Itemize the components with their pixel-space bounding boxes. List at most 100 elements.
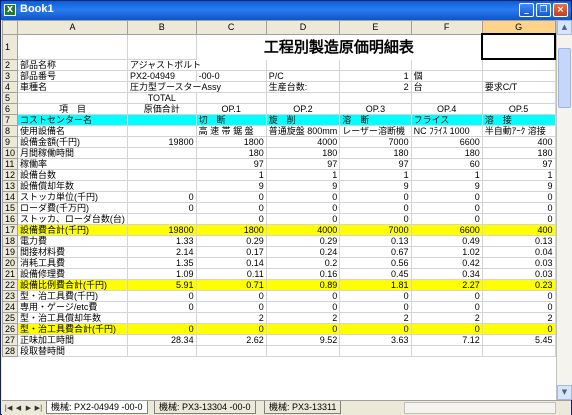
value-cell-e[interactable]: 0: [339, 323, 412, 335]
cell[interactable]: NC ﾌﾗｲｽ 1000: [410, 125, 483, 137]
cell[interactable]: 普通旋盤 800mm: [265, 125, 341, 137]
value-cell-b[interactable]: 0: [126, 202, 197, 214]
value-cell-g[interactable]: 97: [481, 158, 556, 170]
row-header[interactable]: 8: [2, 125, 19, 137]
value-cell-g[interactable]: 0: [481, 213, 556, 225]
value-cell-g[interactable]: 1: [481, 169, 556, 181]
cell[interactable]: [481, 58, 556, 71]
cell[interactable]: 旋 削: [265, 114, 341, 126]
value-cell-g[interactable]: 0: [481, 290, 556, 302]
cell[interactable]: [410, 92, 483, 104]
value-cell-g[interactable]: 2: [481, 312, 556, 324]
value-cell-c[interactable]: 0.71: [195, 279, 267, 291]
value-cell-e[interactable]: 180: [339, 147, 412, 159]
cell[interactable]: [126, 125, 197, 137]
row-header[interactable]: 16: [2, 213, 19, 225]
value-cell-d[interactable]: 4000: [265, 224, 341, 236]
value-cell-d[interactable]: 97: [265, 158, 341, 170]
value-cell-d[interactable]: 180: [265, 147, 341, 159]
row-header[interactable]: 11: [2, 158, 19, 170]
value-cell-b[interactable]: [126, 312, 197, 324]
last-sheet-button[interactable]: ▶|: [34, 403, 43, 413]
value-cell-e[interactable]: 97: [339, 158, 412, 170]
value-cell-c[interactable]: 0: [195, 213, 267, 225]
value-cell-f[interactable]: 2: [410, 312, 483, 324]
value-cell-f[interactable]: 1.02: [410, 246, 483, 258]
value-cell-g[interactable]: 180: [481, 147, 556, 159]
value-cell-e[interactable]: 2: [339, 312, 412, 324]
value-cell-e[interactable]: 1.81: [339, 279, 412, 291]
value-cell-c[interactable]: 1800: [195, 224, 267, 236]
title-bar[interactable]: X Book1 _ ❐ ×: [1, 1, 571, 20]
restore-button[interactable]: ❐: [536, 3, 551, 17]
cell[interactable]: 項 目: [17, 103, 128, 115]
cell[interactable]: 1: [339, 70, 412, 82]
value-cell-c[interactable]: 2.62: [195, 334, 267, 346]
row-label-cell[interactable]: 設備台数: [17, 169, 128, 181]
column-header-g[interactable]: G: [481, 20, 556, 35]
row-header[interactable]: 9: [2, 136, 19, 148]
value-cell-d[interactable]: 0: [265, 301, 341, 313]
scroll-thumb[interactable]: [558, 48, 571, 108]
value-cell-c[interactable]: 180: [195, 147, 267, 159]
value-cell-c[interactable]: 0.11: [195, 268, 267, 280]
row-header[interactable]: 5: [2, 92, 19, 104]
value-cell-e[interactable]: 0: [339, 301, 412, 313]
value-cell-f[interactable]: 1: [410, 169, 483, 181]
value-cell-d[interactable]: 0: [265, 202, 341, 214]
value-cell-b[interactable]: 0: [126, 323, 197, 335]
value-cell-d[interactable]: 1: [265, 169, 341, 181]
value-cell-c[interactable]: 0.29: [195, 235, 267, 247]
close-button[interactable]: ×: [553, 3, 568, 17]
scroll-up-button[interactable]: ▲: [557, 20, 572, 35]
value-cell-e[interactable]: 0: [339, 191, 412, 203]
value-cell-f[interactable]: 0: [410, 213, 483, 225]
value-cell-b[interactable]: [126, 147, 197, 159]
row-label-cell[interactable]: 間接材料費: [17, 246, 128, 258]
cell[interactable]: OP.3: [339, 103, 412, 115]
cell[interactable]: [481, 70, 556, 82]
value-cell-g[interactable]: 0.03: [481, 257, 556, 269]
value-cell-b[interactable]: 0: [126, 301, 197, 313]
value-cell-f[interactable]: 2.27: [410, 279, 483, 291]
column-header-b[interactable]: B: [126, 20, 197, 35]
value-cell-g[interactable]: 400: [481, 136, 556, 148]
value-cell-g[interactable]: 0.04: [481, 246, 556, 258]
column-header-f[interactable]: F: [410, 20, 483, 35]
value-cell-d[interactable]: 0.2: [265, 257, 341, 269]
value-cell-f[interactable]: 6600: [410, 136, 483, 148]
cell[interactable]: [265, 92, 341, 104]
value-cell-e[interactable]: 0.56: [339, 257, 412, 269]
value-cell-g[interactable]: 5.45: [481, 334, 556, 346]
value-cell-b[interactable]: 0: [126, 290, 197, 302]
row-header[interactable]: 4: [2, 81, 19, 93]
value-cell-d[interactable]: 0.24: [265, 246, 341, 258]
row-label-cell[interactable]: 消耗工具費: [17, 257, 128, 269]
value-cell-b[interactable]: 1.35: [126, 257, 197, 269]
value-cell-f[interactable]: 0.34: [410, 268, 483, 280]
row-header[interactable]: 19: [2, 246, 19, 258]
prev-sheet-button[interactable]: ◀: [14, 403, 23, 413]
value-cell-e[interactable]: 0: [339, 202, 412, 214]
value-cell-e[interactable]: 7000: [339, 136, 412, 148]
value-cell-f[interactable]: 0: [410, 323, 483, 335]
value-cell-e[interactable]: 7000: [339, 224, 412, 236]
select-all-corner[interactable]: [2, 20, 19, 35]
sheet-title[interactable]: 工程別製造原価明細表: [195, 33, 483, 60]
row-header[interactable]: 28: [2, 345, 19, 357]
cell[interactable]: 2: [339, 81, 412, 93]
row-header[interactable]: 3: [2, 70, 19, 82]
cell[interactable]: アジャストボルト: [126, 58, 267, 71]
value-cell-b[interactable]: [126, 345, 197, 357]
value-cell-f[interactable]: 6600: [410, 224, 483, 236]
value-cell-c[interactable]: 9: [195, 180, 267, 192]
value-cell-g[interactable]: 400: [481, 224, 556, 236]
row-header[interactable]: 14: [2, 191, 19, 203]
column-header-a[interactable]: A: [17, 20, 128, 35]
row-label-cell[interactable]: 設備費合計(千円): [17, 224, 128, 236]
row-header[interactable]: 21: [2, 268, 19, 280]
value-cell-b[interactable]: [126, 180, 197, 192]
cell[interactable]: 使用設備名: [17, 125, 128, 137]
cell[interactable]: OP.1: [195, 103, 267, 115]
value-cell-d[interactable]: 0: [265, 213, 341, 225]
